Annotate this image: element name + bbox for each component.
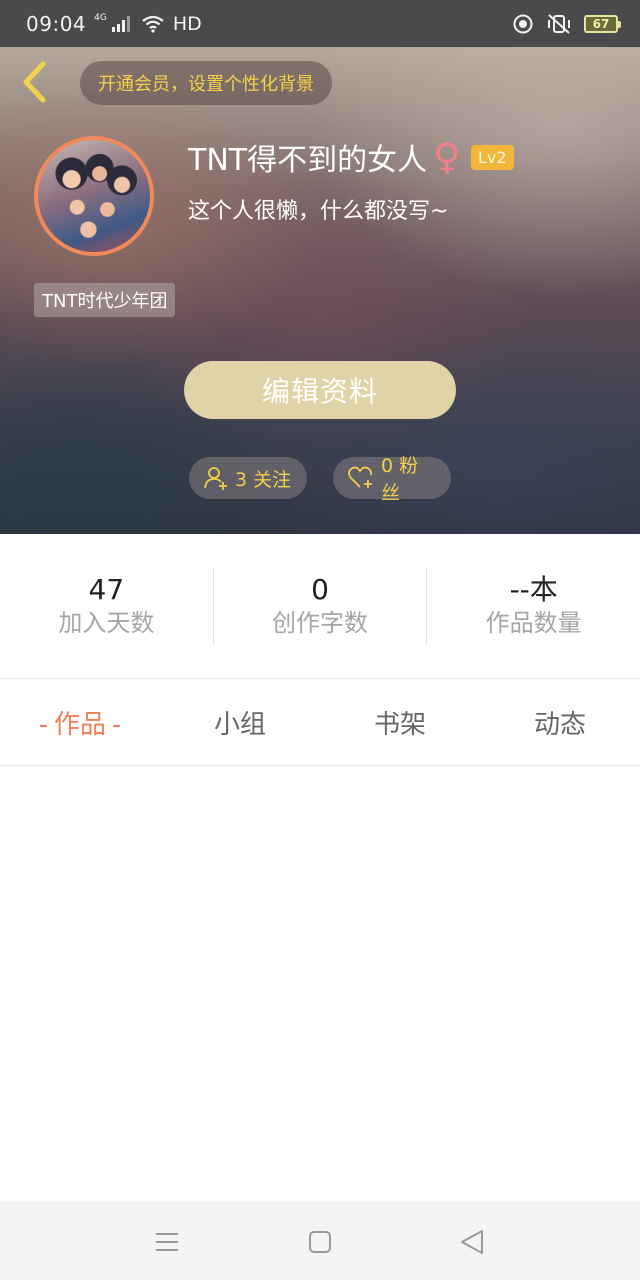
square-home-icon xyxy=(309,1231,331,1253)
stat-label: 创作字数 xyxy=(272,609,368,637)
add-user-icon xyxy=(204,467,227,490)
network-type: 4G xyxy=(94,13,107,23)
vip-background-promo[interactable]: 开通会员，设置个性化背景 xyxy=(80,61,332,105)
battery-icon: 67 xyxy=(584,14,621,33)
fans-count: 0 粉丝 xyxy=(380,455,419,504)
stat-works-count: --本 作品数量 xyxy=(426,567,640,645)
menu-icon xyxy=(156,1233,178,1251)
status-time: 09:04 xyxy=(26,11,87,36)
user-name: TNT得不到的女人 xyxy=(188,143,428,178)
nav-back-button[interactable] xyxy=(457,1227,487,1257)
alarm-icon xyxy=(513,14,533,33)
tab-works[interactable]: - 作品 - xyxy=(0,704,160,741)
female-icon: ♀ xyxy=(433,135,461,179)
tab-activity[interactable]: 动态 xyxy=(480,704,640,741)
stats-row: 47 加入天数 0 创作字数 --本 作品数量 xyxy=(0,534,640,678)
triangle-back-icon xyxy=(461,1230,483,1254)
user-bio: 这个人很懒，什么都没写~ xyxy=(188,199,449,224)
wifi-icon xyxy=(142,15,164,33)
tab-label: 作品 xyxy=(53,709,106,740)
user-name-row: TNT得不到的女人 ♀ Lv2 xyxy=(188,135,514,179)
nav-home-button[interactable] xyxy=(305,1227,335,1257)
system-nav-bar xyxy=(0,1201,640,1280)
tab-active-marker: - xyxy=(38,709,48,740)
chevron-left-icon xyxy=(23,61,46,103)
tab-bookshelf[interactable]: 书架 xyxy=(320,704,480,741)
group-tag[interactable]: TNT时代少年团 xyxy=(34,283,176,317)
battery-level: 67 xyxy=(592,16,610,31)
signal-icon xyxy=(111,15,130,32)
tab-groups[interactable]: 小组 xyxy=(160,704,320,741)
tab-active-marker: - xyxy=(112,709,122,740)
level-badge: Lv2 xyxy=(470,144,514,170)
mute-vibrate-icon xyxy=(548,13,570,34)
status-bar: 09:04 4G HD 67 xyxy=(0,0,640,47)
profile-header: 开通会员，设置个性化背景 TNT得不到的女人 ♀ Lv2 这个人很懒，什么都没写… xyxy=(0,47,640,534)
fans-button[interactable]: 0 粉丝 xyxy=(333,455,451,504)
status-right: 67 xyxy=(512,13,621,35)
stat-value: 0 xyxy=(311,573,329,606)
edit-profile-button[interactable]: 编辑资料 xyxy=(184,361,456,419)
hd-label: HD xyxy=(172,12,202,35)
status-left: 09:04 4G HD xyxy=(26,12,202,36)
avatar[interactable] xyxy=(34,136,154,256)
profile-tabs: - 作品 - 小组 书架 动态 xyxy=(0,678,640,766)
nav-menu-button[interactable] xyxy=(152,1227,182,1257)
stat-join-days: 47 加入天数 xyxy=(0,567,213,645)
heart-plus-icon xyxy=(348,466,373,488)
following-button[interactable]: 3 关注 xyxy=(189,457,307,499)
stat-value: 47 xyxy=(88,573,125,606)
stat-value: --本 xyxy=(509,573,558,606)
stat-label: 加入天数 xyxy=(58,609,155,637)
stat-label: 作品数量 xyxy=(485,609,582,637)
stat-word-count: 0 创作字数 xyxy=(212,567,427,645)
following-count: 3 关注 xyxy=(235,468,292,491)
back-button[interactable] xyxy=(14,59,54,105)
